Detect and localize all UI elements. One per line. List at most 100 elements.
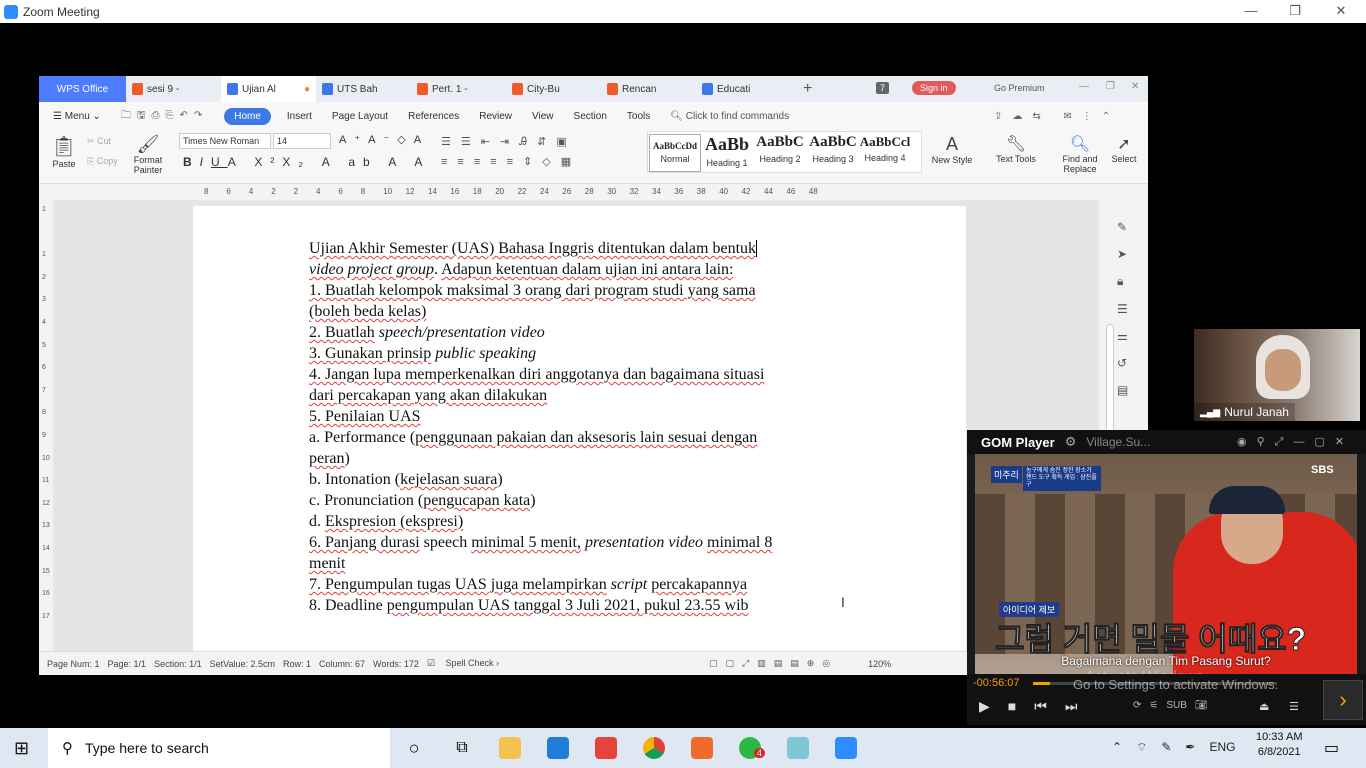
new-style-button[interactable]: A New Style	[927, 134, 977, 165]
restore-icon[interactable]: ❐	[1272, 0, 1318, 23]
share-collab-icons[interactable]: ⇪☁⇆ ✉⋮⌃	[994, 111, 1120, 122]
chevron-up-icon[interactable]: ⌃	[1112, 740, 1122, 755]
tab-wps-office[interactable]: WPS Office	[39, 76, 126, 102]
tab-rencana[interactable]: Rencan	[601, 76, 696, 102]
doc-line[interactable]: 3. Gunakan prinsip public speaking	[309, 343, 849, 364]
doc-line[interactable]: dari percakapan yang akan dilakukan	[309, 385, 849, 406]
paste-button[interactable]: 📋︎ Paste	[49, 134, 79, 169]
vertical-ruler[interactable]: 1 1 2 3 4 5 6 7 8 9 10 11 12 13 14 15 16 17	[39, 200, 53, 650]
hamburger-menu-button[interactable]: ☰ Menu ⌄	[39, 111, 111, 122]
clock[interactable]: 10:33 AM 6/8/2021	[1256, 731, 1302, 758]
file-explorer-icon[interactable]	[486, 728, 534, 768]
new-tab-plus-icon[interactable]: +	[803, 80, 812, 98]
status-setvalue[interactable]: SetValue: 2.5cm	[210, 659, 275, 669]
tab-uts-bahasa[interactable]: UTS Bah	[316, 76, 411, 102]
doc-line[interactable]: peran)	[309, 448, 849, 469]
style-heading-2[interactable]: AaBbC Heading 2	[754, 134, 806, 172]
notes-app-icon[interactable]	[774, 728, 822, 768]
doc-line[interactable]: 1. Buatlah kelompok maksimal 3 orang dar…	[309, 280, 849, 301]
pen-icon[interactable]: ✎	[1117, 220, 1128, 234]
style-normal[interactable]: AaBbCcDd Normal	[649, 134, 701, 172]
paragraph-icons-row2[interactable]: ≡≡≡≡≡⇕◇▦	[441, 155, 581, 168]
language-indicator[interactable]: ENG	[1209, 740, 1235, 755]
tab-insert[interactable]: Insert	[277, 111, 322, 122]
tab-view[interactable]: View	[522, 111, 564, 122]
task-view-icon[interactable]: ⧉	[438, 728, 486, 768]
paragraph-icons-row1[interactable]: ☰☰⇤⇥Ꭿ⇵▣	[441, 135, 577, 149]
doc-line[interactable]: (boleh beda kelas)	[309, 301, 849, 322]
panel-icon[interactable]: ▤	[1117, 383, 1128, 397]
doc-line[interactable]: 4. Jangan lupa memperkenalkan diri anggo…	[309, 364, 849, 385]
vscode-icon[interactable]	[534, 728, 582, 768]
capture-icon[interactable]: 📷︎	[1195, 700, 1208, 711]
tab-education[interactable]: Educati	[696, 76, 791, 102]
tab-home[interactable]: Home	[224, 107, 271, 125]
go-premium-button[interactable]: Go Premium	[994, 83, 1045, 93]
close-icon[interactable]: ✕	[1318, 0, 1364, 23]
doc-line[interactable]: 7. Pengumpulan tugas UAS juga melampirka…	[309, 574, 849, 595]
doc-line[interactable]: c. Pronunciation (pengucapan kata)	[309, 490, 849, 511]
photo-app-icon[interactable]	[582, 728, 630, 768]
doc-line[interactable]: d. Ekspresion (ekspresi)	[309, 511, 849, 532]
whatsapp-icon[interactable]: 4	[726, 728, 774, 768]
next-icon[interactable]: ⏭	[1065, 698, 1078, 715]
previous-icon[interactable]: ⏮	[1034, 698, 1047, 715]
document-body[interactable]: Ujian Akhir Semester (UAS) Bahasa Inggri…	[309, 238, 849, 616]
tab-city-bu[interactable]: City-Bu	[506, 76, 601, 102]
format-painter-button[interactable]: 🖌︎ Format Painter	[131, 134, 165, 175]
doc-line[interactable]: 2. Buatlah speech/presentation video	[309, 322, 849, 343]
doc-line[interactable]: b. Intonation (kejelasan suara)	[309, 469, 849, 490]
gom-logo[interactable]: GOM Player	[981, 435, 1055, 450]
sliders-icon[interactable]: ⚌	[1117, 329, 1128, 343]
chrome-icon[interactable]	[630, 728, 678, 768]
window-restore-icon[interactable]: ❐	[1106, 81, 1115, 92]
next-arrow-button[interactable]: ›	[1323, 680, 1363, 720]
gom-gear-icon[interactable]: ⚙	[1065, 434, 1077, 450]
tab-references[interactable]: References	[398, 111, 469, 122]
select-button[interactable]: ➚ Select	[1109, 134, 1139, 164]
font-format-icons[interactable]: BIUA X²X₂ A ab A A	[183, 155, 430, 169]
playlist-menu-icon[interactable]: ☰	[1289, 700, 1299, 713]
minimize-icon[interactable]: —	[1228, 0, 1274, 23]
doc-line[interactable]: video project group. Adapun ketentuan da…	[309, 259, 849, 280]
tab-page-layout[interactable]: Page Layout	[322, 111, 398, 122]
lock-icon[interactable]: 🔒︎	[1117, 274, 1128, 289]
find-commands-search[interactable]: 🔍︎ Click to find commands	[660, 111, 799, 122]
ime-icon[interactable]: ✎	[1161, 740, 1171, 755]
cut-button[interactable]: ✂ Cut	[87, 136, 111, 147]
font-family-select[interactable]: Times New Roman	[179, 133, 271, 149]
quick-access-icons[interactable]: 🗀🖫⎙⎘↶↷	[111, 108, 218, 125]
equalizer-icon[interactable]: ⚟	[1149, 700, 1158, 711]
notification-icon[interactable]: ▭	[1324, 738, 1339, 758]
taskbar-search-box[interactable]: ⚲ Type here to search	[48, 728, 390, 768]
play-icon[interactable]: ▶	[979, 698, 990, 715]
tab-tools[interactable]: Tools	[617, 111, 660, 122]
window-close-icon[interactable]: ✕	[1131, 81, 1139, 92]
tab-sesi-9[interactable]: sesi 9 -	[126, 76, 221, 102]
doc-line[interactable]: 8. Deadline pengumpulan UAS tanggal 3 Ju…	[309, 595, 849, 616]
document-page[interactable]: Ujian Akhir Semester (UAS) Bahasa Inggri…	[193, 206, 966, 651]
doc-line[interactable]: menit	[309, 553, 849, 574]
font-grow-shrink-icons[interactable]: A⁺A⁻◇A	[339, 133, 429, 146]
window-minimize-icon[interactable]: —	[1079, 81, 1089, 92]
list-icon[interactable]: ☰	[1117, 302, 1128, 316]
stop-icon[interactable]: ■	[1008, 698, 1016, 715]
zoom-icon[interactable]	[822, 728, 870, 768]
horizontal-ruler[interactable]: 8 6 4 2 2 4 6 8 10 12 14 16 18 20 22 24 26 28 30 32 34 36 38 40…	[39, 184, 1148, 200]
tab-pert-1[interactable]: Pert. 1 -	[411, 76, 506, 102]
tab-ujian-akhir[interactable]: Ujian Al ●	[221, 76, 316, 102]
side-tool-icons[interactable]: ✎ ➤ 🔒︎ ☰ ⚌ ↺ ▤	[1117, 220, 1128, 397]
sub-icon[interactable]: SUB	[1166, 700, 1187, 711]
doc-line[interactable]: Ujian Akhir Semester (UAS) Bahasa Inggri…	[309, 238, 849, 259]
participant-video-tile[interactable]: ▂▄▆ Nurul Janah	[1194, 329, 1360, 421]
style-heading-3[interactable]: AaBbC Heading 3	[807, 134, 859, 172]
tab-count-badge[interactable]: 7	[876, 82, 890, 94]
gom-window-controls[interactable]: ◉⚲⤢—▢✕	[1237, 435, 1354, 449]
status-page-num[interactable]: Page Num: 1	[47, 659, 100, 669]
font-size-select[interactable]: 14	[273, 133, 331, 149]
doc-line[interactable]: a. Performance (penggunaan pakaian dan a…	[309, 427, 849, 448]
status-words[interactable]: Words: 172	[373, 659, 419, 669]
doc-line[interactable]: 6. Panjang durasi speech minimal 5 menit…	[309, 532, 849, 553]
history-icon[interactable]: ↺	[1117, 356, 1128, 370]
start-windows-icon[interactable]: ⊞	[14, 738, 29, 759]
